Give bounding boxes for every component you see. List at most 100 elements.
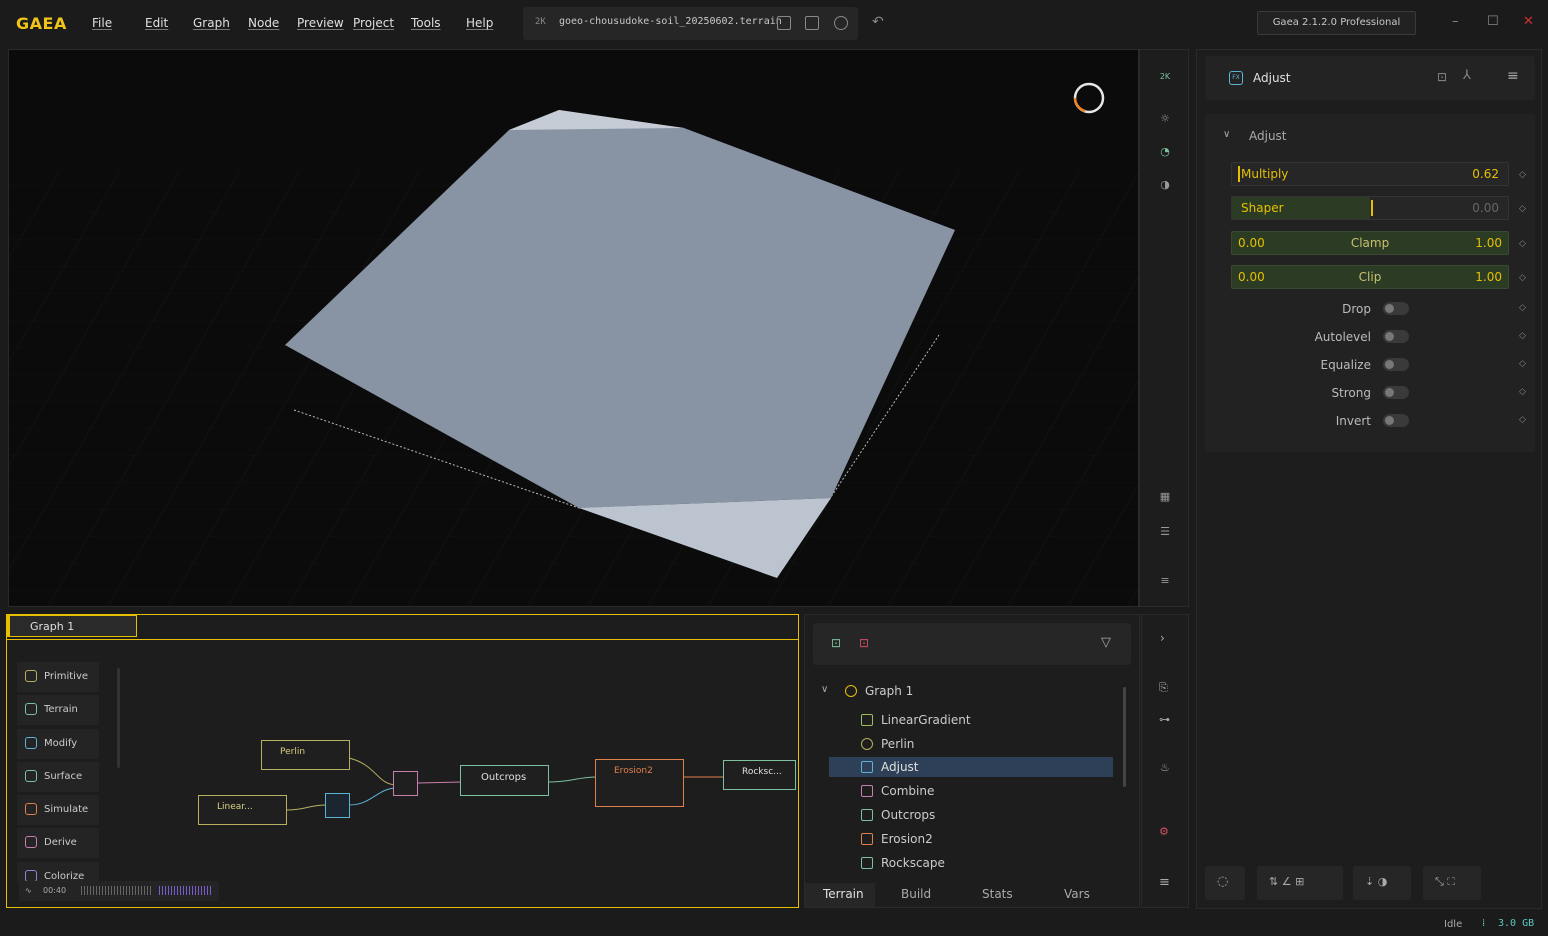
view-buttons[interactable]: ⇣ ◑ (1353, 866, 1411, 900)
category-colorize[interactable]: Colorize (17, 862, 99, 882)
flame-icon[interactable]: ♨ (1160, 761, 1170, 774)
tree-item-lineargradient[interactable]: LinearGradient (829, 710, 1113, 730)
node-outcrops[interactable]: Outcrops (460, 765, 549, 796)
section-title[interactable]: Adjust (1249, 129, 1287, 143)
menu-help[interactable]: Help (466, 16, 493, 30)
tree-item-perlin[interactable]: Perlin (829, 734, 1113, 754)
category-derive[interactable]: Derive (17, 828, 99, 858)
clamp-range[interactable]: Clamp 0.00 1.00 (1231, 231, 1509, 255)
menu-project[interactable]: Project (353, 16, 394, 30)
category-surface[interactable]: Surface (17, 762, 99, 792)
clip-range[interactable]: Clip 0.00 1.00 (1231, 265, 1509, 289)
tree-item-combine[interactable]: Combine (829, 781, 1113, 801)
chevron-down-icon[interactable]: ∨ (821, 684, 828, 695)
tab-graph-1[interactable]: Graph 1 (7, 615, 137, 637)
strong-toggle[interactable] (1383, 386, 1409, 399)
bookmark-icon[interactable]: ⎘ (1159, 681, 1168, 695)
node-adjust[interactable] (325, 793, 350, 818)
outliner-panel: ⊡ ⊡ ▽ ∨ Graph 1 LinearGradient Perlin Ad… (804, 614, 1140, 908)
keyframe-diamond-icon[interactable]: ◇ (1519, 204, 1526, 214)
deselect-icon[interactable]: ⊡ (859, 636, 869, 650)
node-title[interactable]: Adjust (1253, 71, 1291, 85)
node-rockscape[interactable]: Rocksc... (723, 760, 796, 790)
save-icon[interactable] (777, 16, 791, 30)
version-label[interactable]: Gaea 2.1.2.0 Professional (1257, 11, 1416, 35)
menu-graph[interactable]: Graph (193, 16, 230, 30)
tree-icon[interactable]: ⊶ (1159, 713, 1170, 726)
menu-preview[interactable]: Preview (297, 16, 344, 30)
tab-terrain[interactable]: Terrain (823, 887, 864, 901)
split-icon[interactable]: ☰ (1158, 525, 1172, 539)
3d-viewport[interactable] (8, 49, 1139, 607)
graph-canvas[interactable]: Primitive Terrain Modify Surface Simulat… (7, 639, 798, 907)
fullscreen-buttons[interactable]: ⤡ ⛶ (1423, 866, 1481, 900)
category-scrollbar[interactable] (117, 668, 120, 768)
filter-icon[interactable]: ▽ (1101, 635, 1111, 650)
outliner-scrollbar[interactable] (1123, 687, 1126, 787)
save-as-icon[interactable] (805, 16, 819, 30)
chevron-down-icon[interactable]: ∨ (1223, 129, 1230, 140)
tree-item-adjust[interactable]: Adjust (829, 757, 1113, 777)
keyframe-diamond-icon[interactable]: ◇ (1519, 239, 1526, 249)
menu-file[interactable]: File (92, 16, 112, 30)
keyframe-diamond-icon[interactable]: ◇ (1519, 273, 1526, 283)
menu-icon[interactable]: ≡ (1159, 875, 1170, 890)
layout-icon[interactable]: ▦ (1158, 490, 1172, 504)
chevron-right-icon[interactable]: › (1160, 631, 1165, 645)
hamburger-icon[interactable]: ≡ (1507, 68, 1519, 84)
node-perlin[interactable]: Perlin (261, 740, 350, 770)
close-icon[interactable]: ✕ (1523, 14, 1534, 29)
category-modify[interactable]: Modify (17, 729, 99, 759)
keyframe-diamond-icon[interactable]: ◇ (1519, 359, 1526, 369)
category-primitive[interactable]: Primitive (17, 662, 99, 692)
clip-low: 0.00 (1238, 270, 1265, 284)
undo-icon[interactable]: ↶ (872, 14, 884, 30)
autolevel-toggle[interactable] (1383, 330, 1409, 343)
shaper-slider[interactable]: Shaper 0.00 (1231, 196, 1509, 220)
category-simulate[interactable]: Simulate (17, 795, 99, 825)
maximize-icon[interactable]: ☐ (1487, 14, 1499, 29)
tree-item-outcrops[interactable]: Outcrops (829, 805, 1113, 825)
engine-icon[interactable]: ⚙ (1159, 825, 1169, 838)
pin-icon[interactable]: ⊡ (1437, 70, 1447, 84)
tab-stats[interactable]: Stats (982, 887, 1013, 901)
node-combine[interactable] (393, 771, 418, 796)
transform-buttons[interactable]: ⇅ ∠ ⊞ (1257, 866, 1343, 900)
fork-icon[interactable]: ⅄ (1463, 68, 1471, 83)
tab-build[interactable]: Build (901, 887, 931, 901)
keyframe-diamond-icon[interactable]: ◇ (1519, 387, 1526, 397)
menu-icon[interactable]: ≡ (1158, 574, 1172, 588)
tree-item-erosion2[interactable]: Erosion2 (829, 829, 1113, 849)
slider-handle[interactable] (1238, 166, 1240, 182)
plus-circle-icon: ◌ (1217, 874, 1229, 889)
timeline-bar[interactable]: ∿ 00:40 (19, 881, 219, 901)
keyframe-diamond-icon[interactable]: ◇ (1519, 415, 1526, 425)
slider-handle[interactable] (1371, 200, 1373, 216)
new-node-button[interactable]: ◌ (1205, 866, 1245, 900)
keyframe-diamond-icon[interactable]: ◇ (1519, 170, 1526, 180)
sun-icon[interactable]: ☼ (1158, 112, 1172, 126)
multiply-slider[interactable]: Multiply 0.62 (1231, 162, 1509, 186)
keyframe-diamond-icon[interactable]: ◇ (1519, 331, 1526, 341)
history-icon[interactable] (834, 16, 848, 30)
minimize-icon[interactable]: – (1452, 14, 1459, 29)
render-mode-icon[interactable]: ◔ (1158, 145, 1172, 159)
menu-edit[interactable]: Edit (145, 16, 168, 30)
menu-node[interactable]: Node (248, 16, 279, 30)
menu-tools[interactable]: Tools (411, 16, 441, 30)
tree-root[interactable]: ∨ Graph 1 (819, 681, 1103, 701)
tree-item-rockscape[interactable]: Rockscape (829, 853, 1113, 873)
rockscape-icon (861, 857, 873, 869)
status-state: Idle (1444, 919, 1463, 930)
resolution-toggle[interactable]: 2K (1158, 70, 1172, 84)
tab-vars[interactable]: Vars (1064, 887, 1090, 901)
select-icon[interactable]: ⊡ (831, 636, 841, 650)
drop-toggle[interactable] (1383, 302, 1409, 315)
node-linear-gradient[interactable]: Linear... (198, 795, 287, 825)
equalize-toggle[interactable] (1383, 358, 1409, 371)
keyframe-diamond-icon[interactable]: ◇ (1519, 303, 1526, 313)
node-erosion2[interactable]: Erosion2 (595, 759, 684, 807)
invert-toggle[interactable] (1383, 414, 1409, 427)
category-terrain[interactable]: Terrain (17, 695, 99, 725)
shading-icon[interactable]: ◑ (1158, 178, 1172, 192)
